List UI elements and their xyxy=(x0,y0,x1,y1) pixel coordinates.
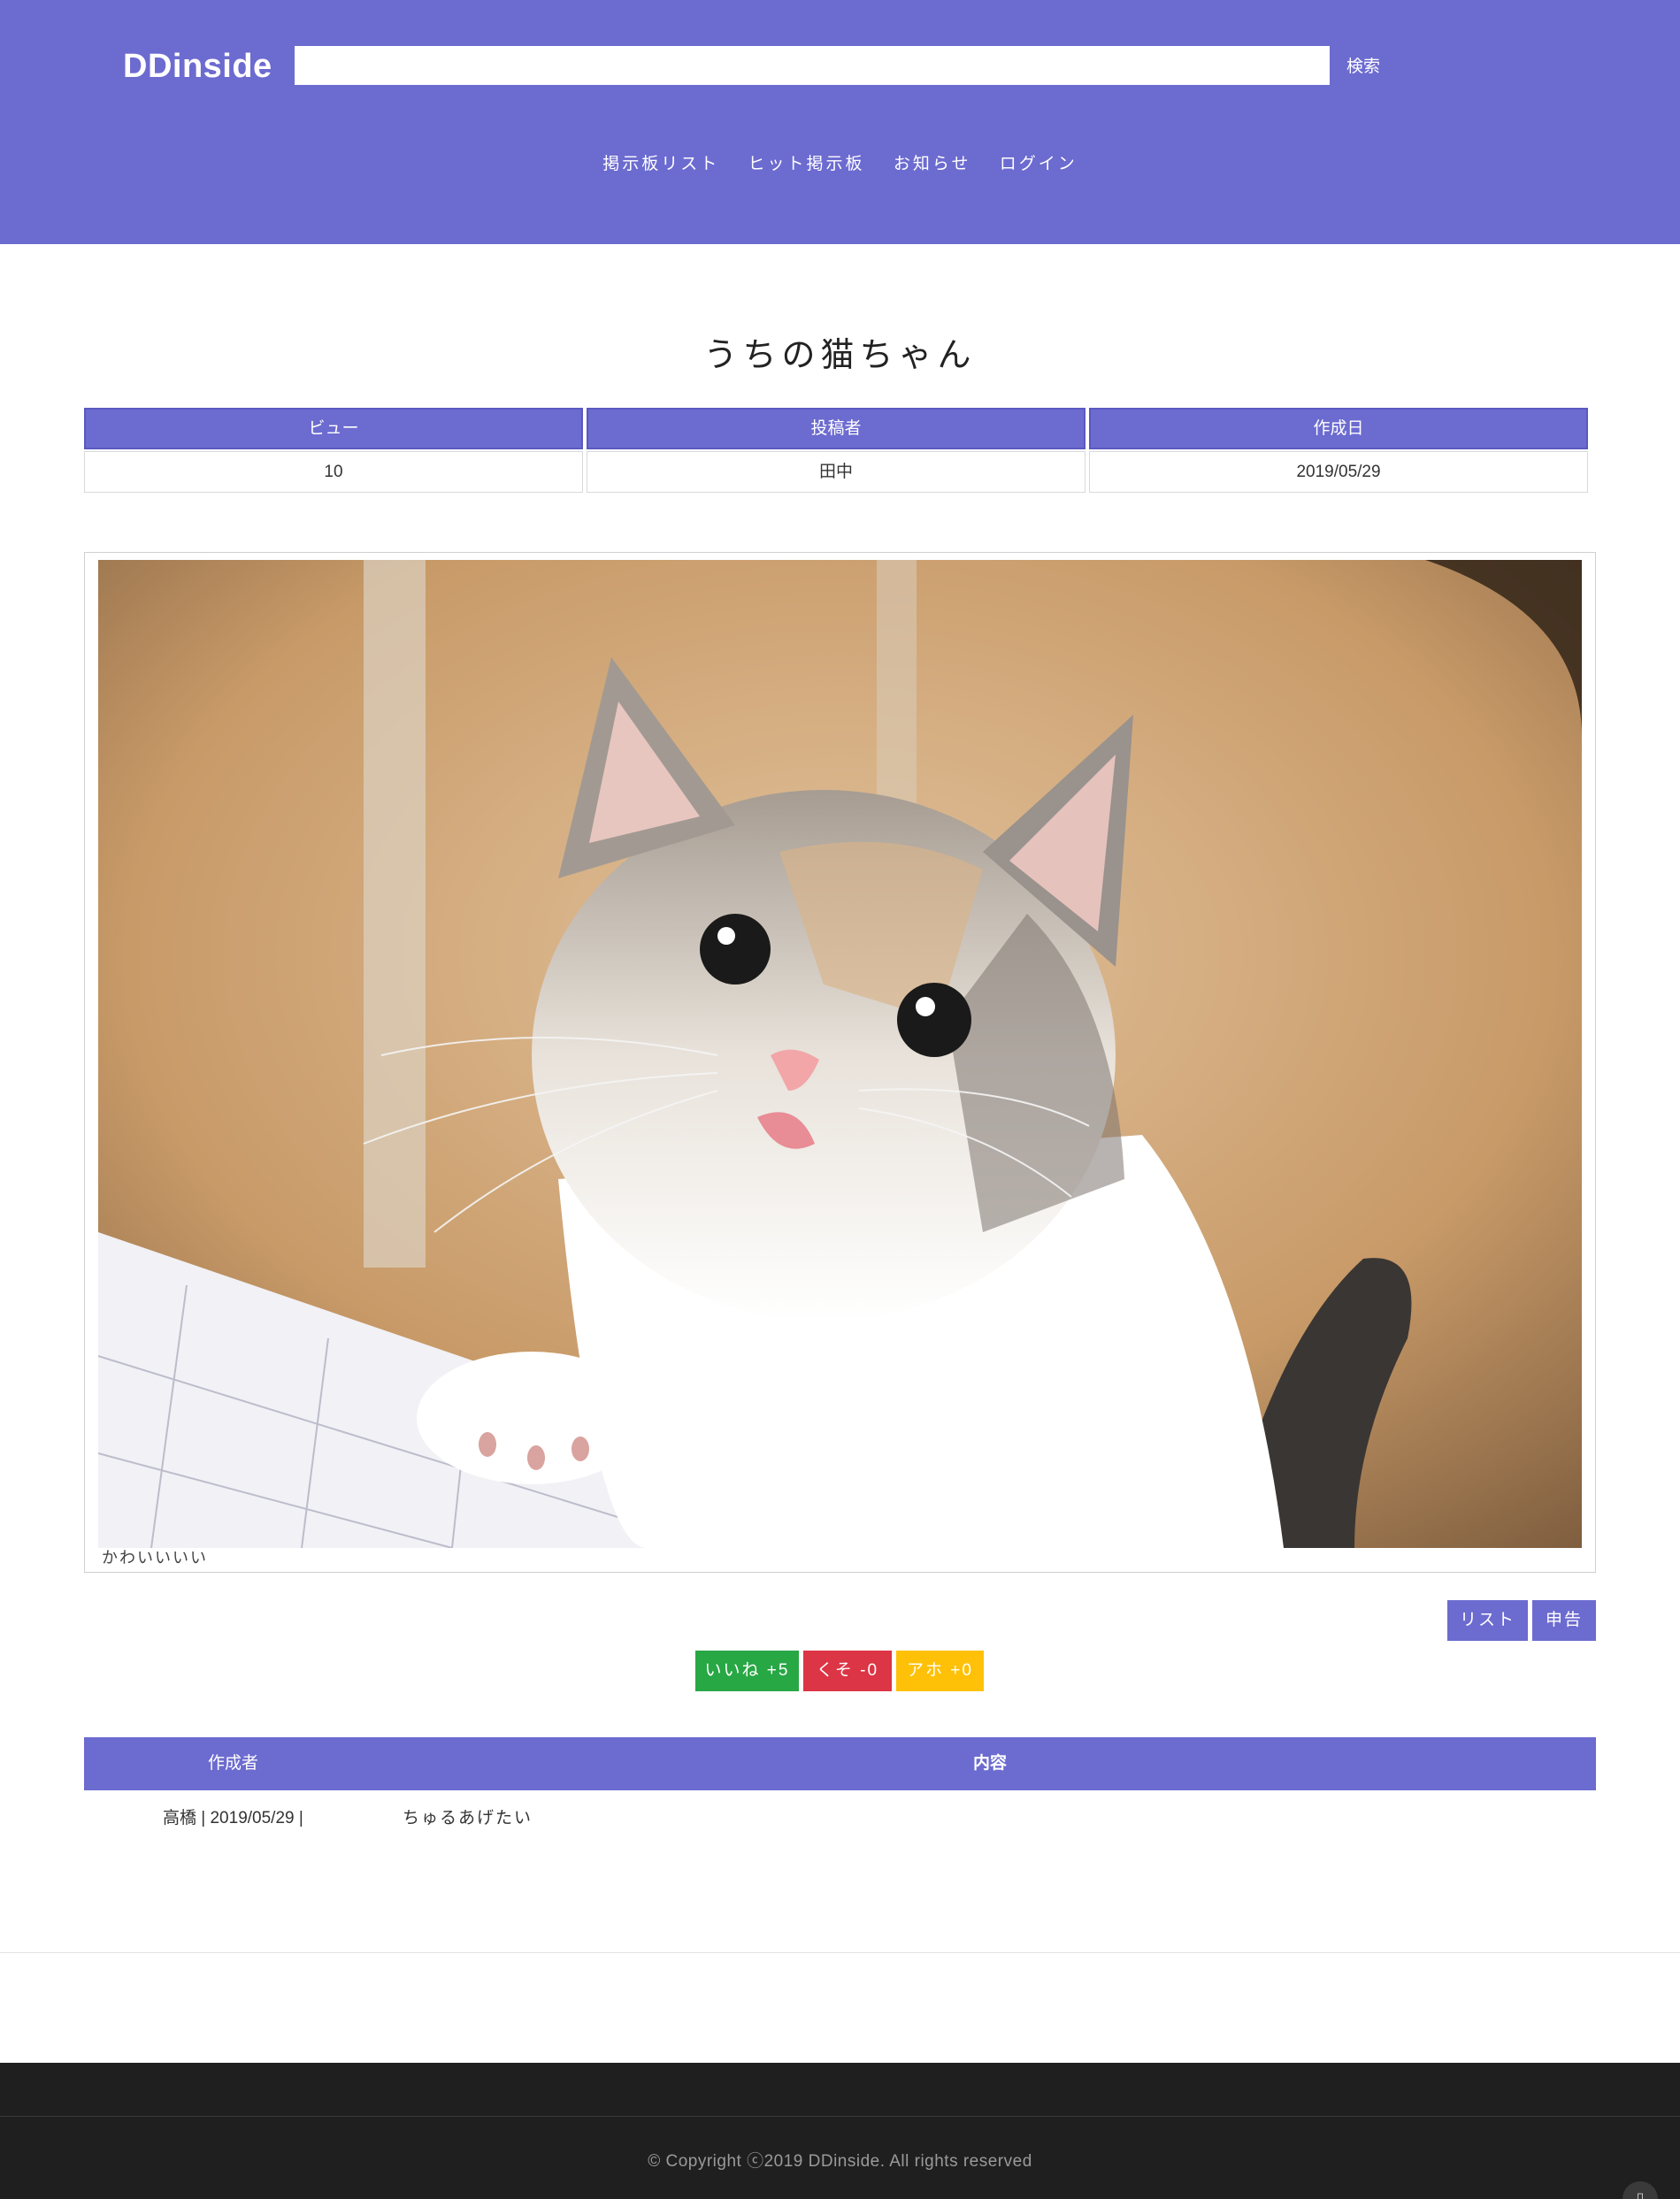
comment-row: 高橋 | 2019/05/29 | ちゅるあげたい xyxy=(84,1804,1596,1840)
info-col-date: 作成日 2019/05/29 xyxy=(1089,408,1588,493)
report-button[interactable]: 申告 xyxy=(1532,1600,1596,1641)
site-logo[interactable]: DDinside xyxy=(123,48,272,86)
comment-meta: 高橋 | 2019/05/29 | xyxy=(163,1809,303,1827)
post-title: うちの猫ちゃん xyxy=(703,335,977,374)
copyright-text: © Copyright ⓒ2019 DDinside. All rights r… xyxy=(648,2152,1032,2171)
dislike-button[interactable]: くそ -0 xyxy=(803,1651,892,1691)
comment-table-header: 作成者 内容 xyxy=(84,1737,1596,1790)
info-header-date: 作成日 xyxy=(1089,408,1588,449)
info-value-views: 10 xyxy=(84,451,583,493)
nav-item-hit-board[interactable]: ヒット掲示板 xyxy=(748,150,865,174)
nav-item-board-list[interactable]: 掲示板リスト xyxy=(602,150,719,174)
post-caption: かわいいいい xyxy=(102,1549,208,1567)
search-input[interactable] xyxy=(295,46,1330,85)
search-button[interactable]: 検索 xyxy=(1346,53,1380,77)
post-info-table: ビュー 10 投稿者 田中 作成日 2019/05/29 xyxy=(84,408,1590,493)
nav-item-login[interactable]: ログイン xyxy=(1000,150,1078,174)
main-nav: 掲示板リスト ヒット掲示板 お知らせ ログイン xyxy=(0,150,1680,174)
post-content: かわいいいい xyxy=(84,552,1596,1573)
info-value-author: 田中 xyxy=(587,451,1085,493)
info-col-author: 投稿者 田中 xyxy=(587,408,1085,493)
list-button[interactable]: リスト xyxy=(1447,1600,1528,1641)
info-header-views: ビュー xyxy=(84,408,583,449)
footer-divider xyxy=(0,2116,1680,2117)
comment-header-content: 内容 xyxy=(973,1754,1008,1773)
nav-item-notice[interactable]: お知らせ xyxy=(894,150,971,174)
info-header-author: 投稿者 xyxy=(587,408,1085,449)
info-value-date: 2019/05/29 xyxy=(1089,451,1588,493)
site-header: DDinside 検索 掲示板リスト ヒット掲示板 お知らせ ログイン xyxy=(0,0,1680,244)
section-divider xyxy=(0,1952,1680,1953)
scroll-to-top-icon[interactable]: ▯ xyxy=(1622,2181,1658,2199)
comment-text: ちゅるあげたい xyxy=(403,1809,533,1827)
aho-button[interactable]: アホ +0 xyxy=(896,1651,984,1691)
info-col-views: ビュー 10 xyxy=(84,408,583,493)
site-footer: © Copyright ⓒ2019 DDinside. All rights r… xyxy=(0,2063,1680,2199)
comment-header-author: 作成者 xyxy=(208,1754,259,1773)
like-button[interactable]: いいね +5 xyxy=(695,1651,799,1691)
cat-photo xyxy=(98,560,1582,1548)
